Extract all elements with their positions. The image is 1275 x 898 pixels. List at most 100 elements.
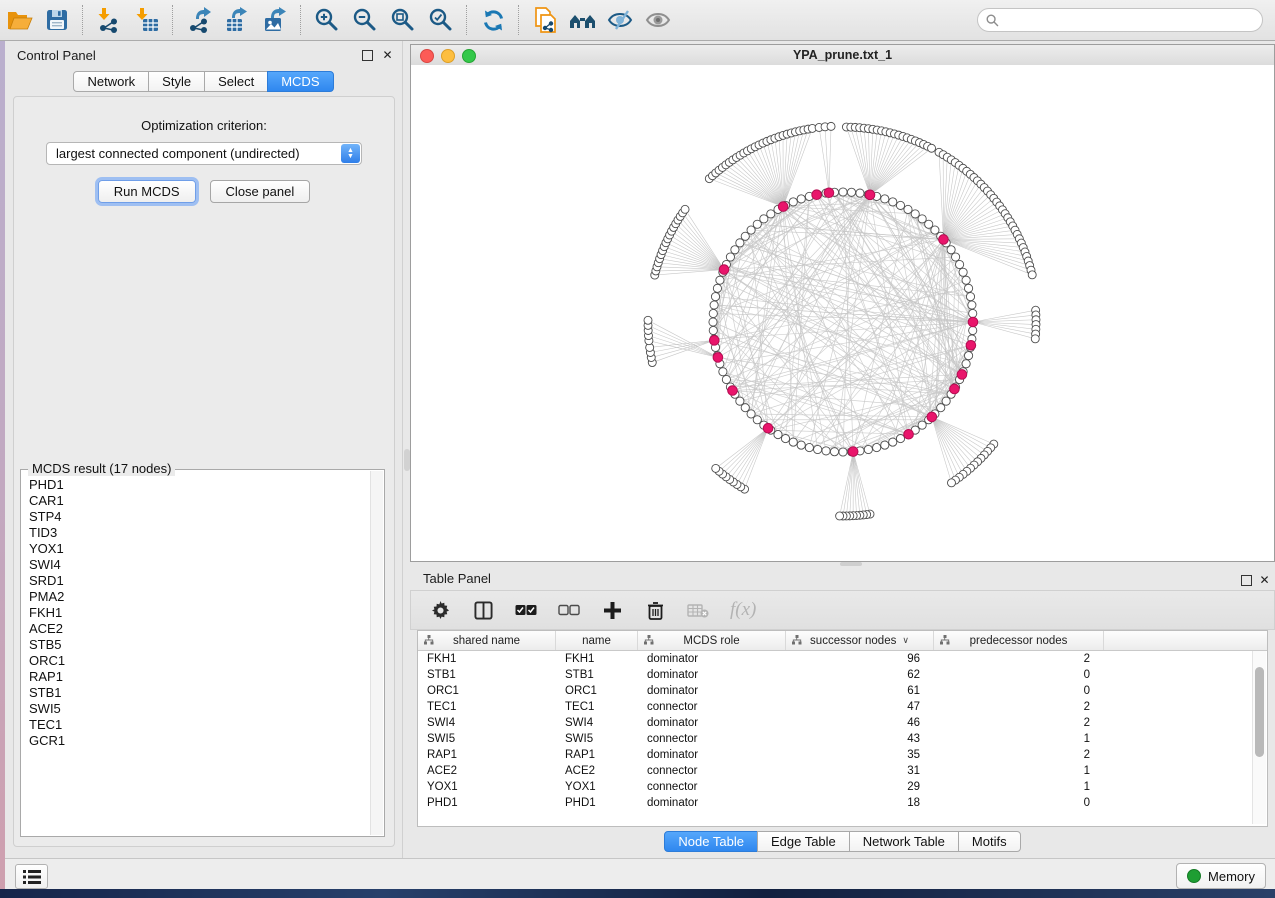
column-header-shared-name[interactable]: shared name: [418, 631, 556, 650]
table-cell[interactable]: FKH1: [418, 653, 556, 665]
ring-node[interactable]: [709, 326, 717, 334]
leaf-node[interactable]: [1028, 271, 1036, 279]
ring-node[interactable]: [805, 443, 813, 451]
mcds-result-item[interactable]: ORC1: [29, 653, 371, 669]
ring-node[interactable]: [736, 397, 744, 405]
import-network-button[interactable]: [90, 3, 128, 37]
delete-column-button[interactable]: [644, 599, 666, 621]
ring-node[interactable]: [904, 205, 912, 213]
task-history-button[interactable]: [15, 864, 48, 889]
mcds-result-item[interactable]: STP4: [29, 509, 371, 525]
table-settings-button[interactable]: [429, 599, 451, 621]
leaf-node[interactable]: [928, 144, 936, 152]
import-table-button[interactable]: [128, 3, 166, 37]
table-cell[interactable]: 2: [934, 701, 1104, 713]
clone-network-button[interactable]: [526, 3, 564, 37]
mcds-node[interactable]: [824, 188, 834, 198]
table-row[interactable]: SWI5SWI5connector431: [418, 731, 1267, 747]
mcds-node[interactable]: [927, 412, 937, 422]
table-cell[interactable]: 18: [786, 797, 934, 809]
ring-node[interactable]: [726, 253, 734, 261]
ring-node[interactable]: [947, 246, 955, 254]
unselect-all-columns-button[interactable]: [558, 599, 580, 621]
leaf-node[interactable]: [947, 479, 955, 487]
table-cell[interactable]: dominator: [638, 717, 786, 729]
table-cell[interactable]: 1: [934, 765, 1104, 777]
ring-node[interactable]: [864, 445, 872, 453]
ring-node[interactable]: [881, 195, 889, 203]
select-all-columns-button[interactable]: [515, 599, 537, 621]
mcds-result-item[interactable]: TEC1: [29, 717, 371, 733]
table-row[interactable]: RAP1RAP1dominator352: [418, 747, 1267, 763]
show-column-panel-button[interactable]: [472, 599, 494, 621]
ring-node[interactable]: [711, 293, 719, 301]
table-cell[interactable]: 47: [786, 701, 934, 713]
table-cell[interactable]: STB1: [418, 669, 556, 681]
table-cell[interactable]: RAP1: [556, 749, 638, 761]
zoom-fit-button[interactable]: [384, 3, 422, 37]
mcds-result-list[interactable]: PHD1CAR1STP4TID3YOX1SWI4SRD1PMA2FKH1ACE2…: [22, 471, 371, 835]
mcds-result-item[interactable]: TID3: [29, 525, 371, 541]
close-window-icon[interactable]: [420, 49, 434, 63]
first-neighbors-button[interactable]: [564, 3, 602, 37]
mcds-node[interactable]: [904, 429, 914, 439]
ring-node[interactable]: [881, 441, 889, 449]
table-row[interactable]: ACE2ACE2connector311: [418, 763, 1267, 779]
ring-node[interactable]: [814, 445, 822, 453]
table-row[interactable]: ORC1ORC1dominator610: [418, 683, 1267, 699]
mcds-node[interactable]: [812, 190, 822, 200]
ring-node[interactable]: [710, 301, 718, 309]
table-row[interactable]: SWI4SWI4dominator462: [418, 715, 1267, 731]
column-header-MCDS-role[interactable]: MCDS role: [638, 631, 786, 650]
ring-node[interactable]: [839, 448, 847, 456]
ring-node[interactable]: [797, 195, 805, 203]
result-list-scrollbar[interactable]: [370, 471, 383, 835]
ring-node[interactable]: [856, 189, 864, 197]
mcds-node[interactable]: [848, 447, 858, 457]
table-cell[interactable]: TEC1: [418, 701, 556, 713]
ring-node[interactable]: [781, 434, 789, 442]
table-cell[interactable]: 31: [786, 765, 934, 777]
table-cell[interactable]: dominator: [638, 749, 786, 761]
mcds-node[interactable]: [957, 370, 967, 380]
column-header-name[interactable]: name: [556, 631, 638, 650]
table-row[interactable]: PHD1PHD1dominator180: [418, 795, 1267, 811]
ring-node[interactable]: [797, 441, 805, 449]
ring-node[interactable]: [962, 360, 970, 368]
search-input[interactable]: [1004, 12, 1254, 28]
table-cell[interactable]: 46: [786, 717, 934, 729]
ring-node[interactable]: [713, 284, 721, 292]
criterion-select[interactable]: largest connected component (undirected)…: [46, 142, 362, 165]
table-cell[interactable]: dominator: [638, 653, 786, 665]
mcds-node[interactable]: [950, 384, 960, 394]
table-cell[interactable]: TEC1: [556, 701, 638, 713]
tab-motifs[interactable]: Motifs: [958, 831, 1021, 852]
network-canvas[interactable]: [411, 65, 1274, 561]
column-header-successor-nodes[interactable]: successor nodes∨: [786, 631, 934, 650]
table-cell[interactable]: 2: [934, 749, 1104, 761]
table-cell[interactable]: ACE2: [556, 765, 638, 777]
leaf-node[interactable]: [681, 205, 689, 213]
ring-node[interactable]: [964, 284, 972, 292]
mcds-result-item[interactable]: STB5: [29, 637, 371, 653]
ring-node[interactable]: [709, 309, 717, 317]
mcds-result-item[interactable]: GCR1: [29, 733, 371, 749]
ring-node[interactable]: [709, 318, 717, 326]
ring-node[interactable]: [789, 198, 797, 206]
table-cell[interactable]: connector: [638, 733, 786, 745]
tab-edge-table[interactable]: Edge Table: [757, 831, 850, 852]
mcds-node[interactable]: [865, 190, 875, 200]
tab-node-table[interactable]: Node Table: [664, 831, 758, 852]
ring-node[interactable]: [968, 301, 976, 309]
mcds-result-item[interactable]: SRD1: [29, 573, 371, 589]
tab-mcds[interactable]: MCDS: [267, 71, 333, 92]
table-cell[interactable]: dominator: [638, 685, 786, 697]
table-cell[interactable]: 1: [934, 733, 1104, 745]
table-cell[interactable]: 96: [786, 653, 934, 665]
table-cell[interactable]: 1: [934, 781, 1104, 793]
mcds-result-item[interactable]: RAP1: [29, 669, 371, 685]
table-cell[interactable]: 61: [786, 685, 934, 697]
table-cell[interactable]: dominator: [638, 797, 786, 809]
refresh-button[interactable]: [474, 3, 512, 37]
mcds-node[interactable]: [968, 317, 978, 327]
